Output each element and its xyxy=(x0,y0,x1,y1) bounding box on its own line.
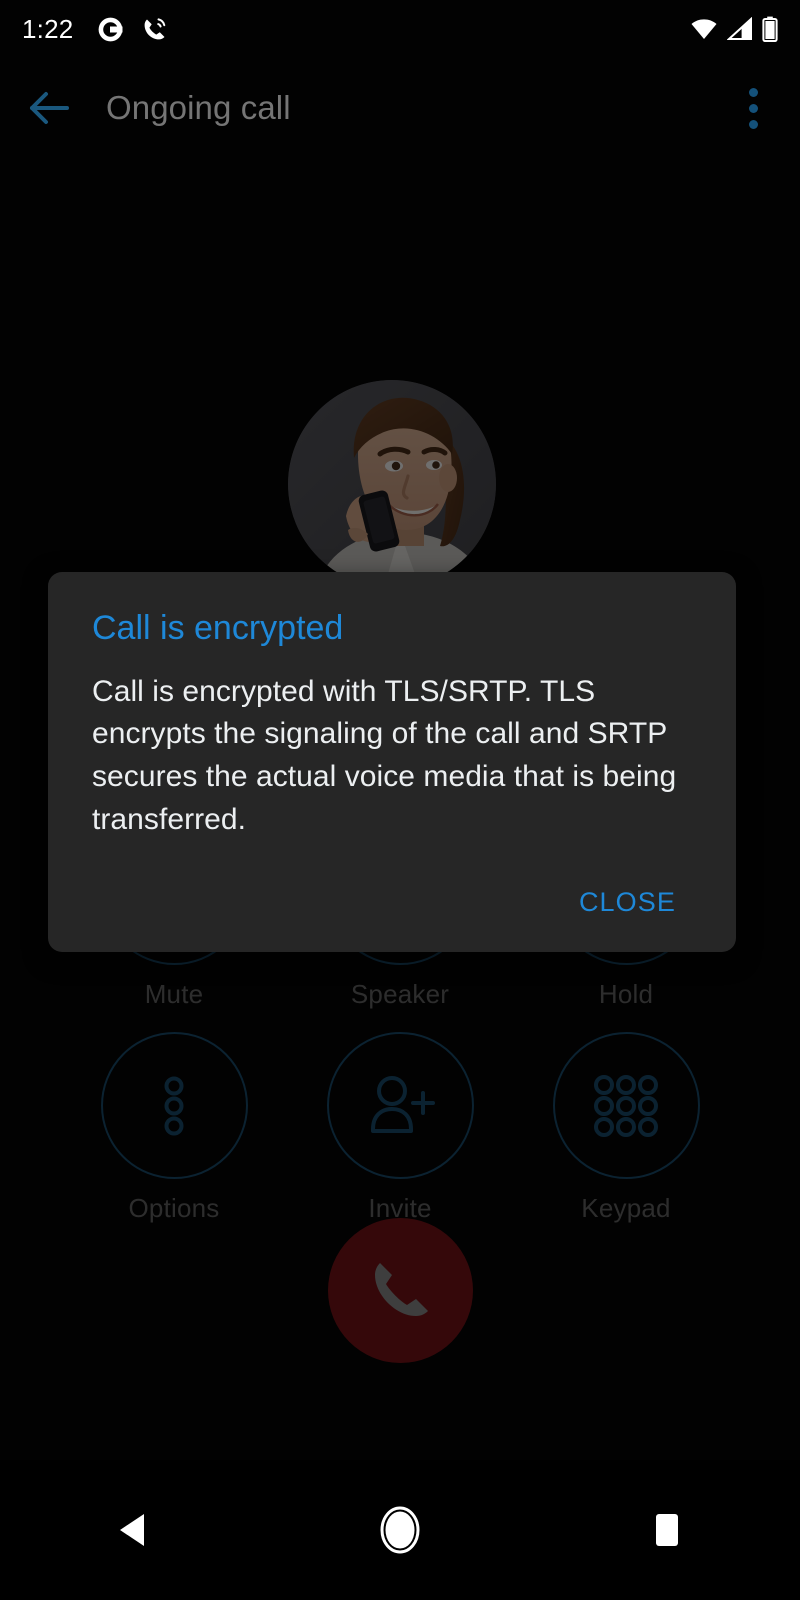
dialog-actions: CLOSE xyxy=(92,877,692,938)
cellular-signal-icon xyxy=(727,17,752,40)
status-bar-notification-icons xyxy=(97,16,168,43)
overflow-menu-button[interactable] xyxy=(728,80,778,136)
phone-screen: Mute Speaker xyxy=(0,0,800,1600)
dialog-message: Call is encrypted with TLS/SRTP. TLS enc… xyxy=(92,674,677,836)
battery-icon xyxy=(762,16,778,42)
overflow-dot xyxy=(748,119,758,129)
nav-home-circle-icon xyxy=(380,1506,420,1554)
page-title: Ongoing call xyxy=(106,89,291,126)
nav-recents-square-icon xyxy=(655,1514,678,1546)
encryption-info-dialog: Call is encrypted Call is encrypted with… xyxy=(48,572,736,953)
app-bar: Ongoing call xyxy=(0,58,800,158)
ongoing-call-icon xyxy=(145,17,166,39)
dialog-title: Call is encrypted xyxy=(92,609,344,647)
status-bar: 1:22 xyxy=(0,0,800,58)
system-navigation-bar xyxy=(0,1460,800,1600)
wifi-icon xyxy=(691,19,717,39)
status-bar-clock: 1:22 xyxy=(22,13,74,44)
nav-recents-button[interactable] xyxy=(607,1480,727,1580)
arrow-left-icon xyxy=(30,92,69,124)
back-button[interactable] xyxy=(22,80,78,136)
overflow-dot xyxy=(748,87,758,97)
nav-home-button[interactable] xyxy=(340,1480,460,1580)
dialog-close-button[interactable]: CLOSE xyxy=(555,877,692,928)
overflow-dot xyxy=(748,103,758,113)
app-notification-icon xyxy=(99,17,123,41)
nav-back-button[interactable] xyxy=(73,1480,193,1580)
status-bar-system-icons xyxy=(690,16,778,42)
nav-back-triangle-icon xyxy=(120,1514,145,1546)
